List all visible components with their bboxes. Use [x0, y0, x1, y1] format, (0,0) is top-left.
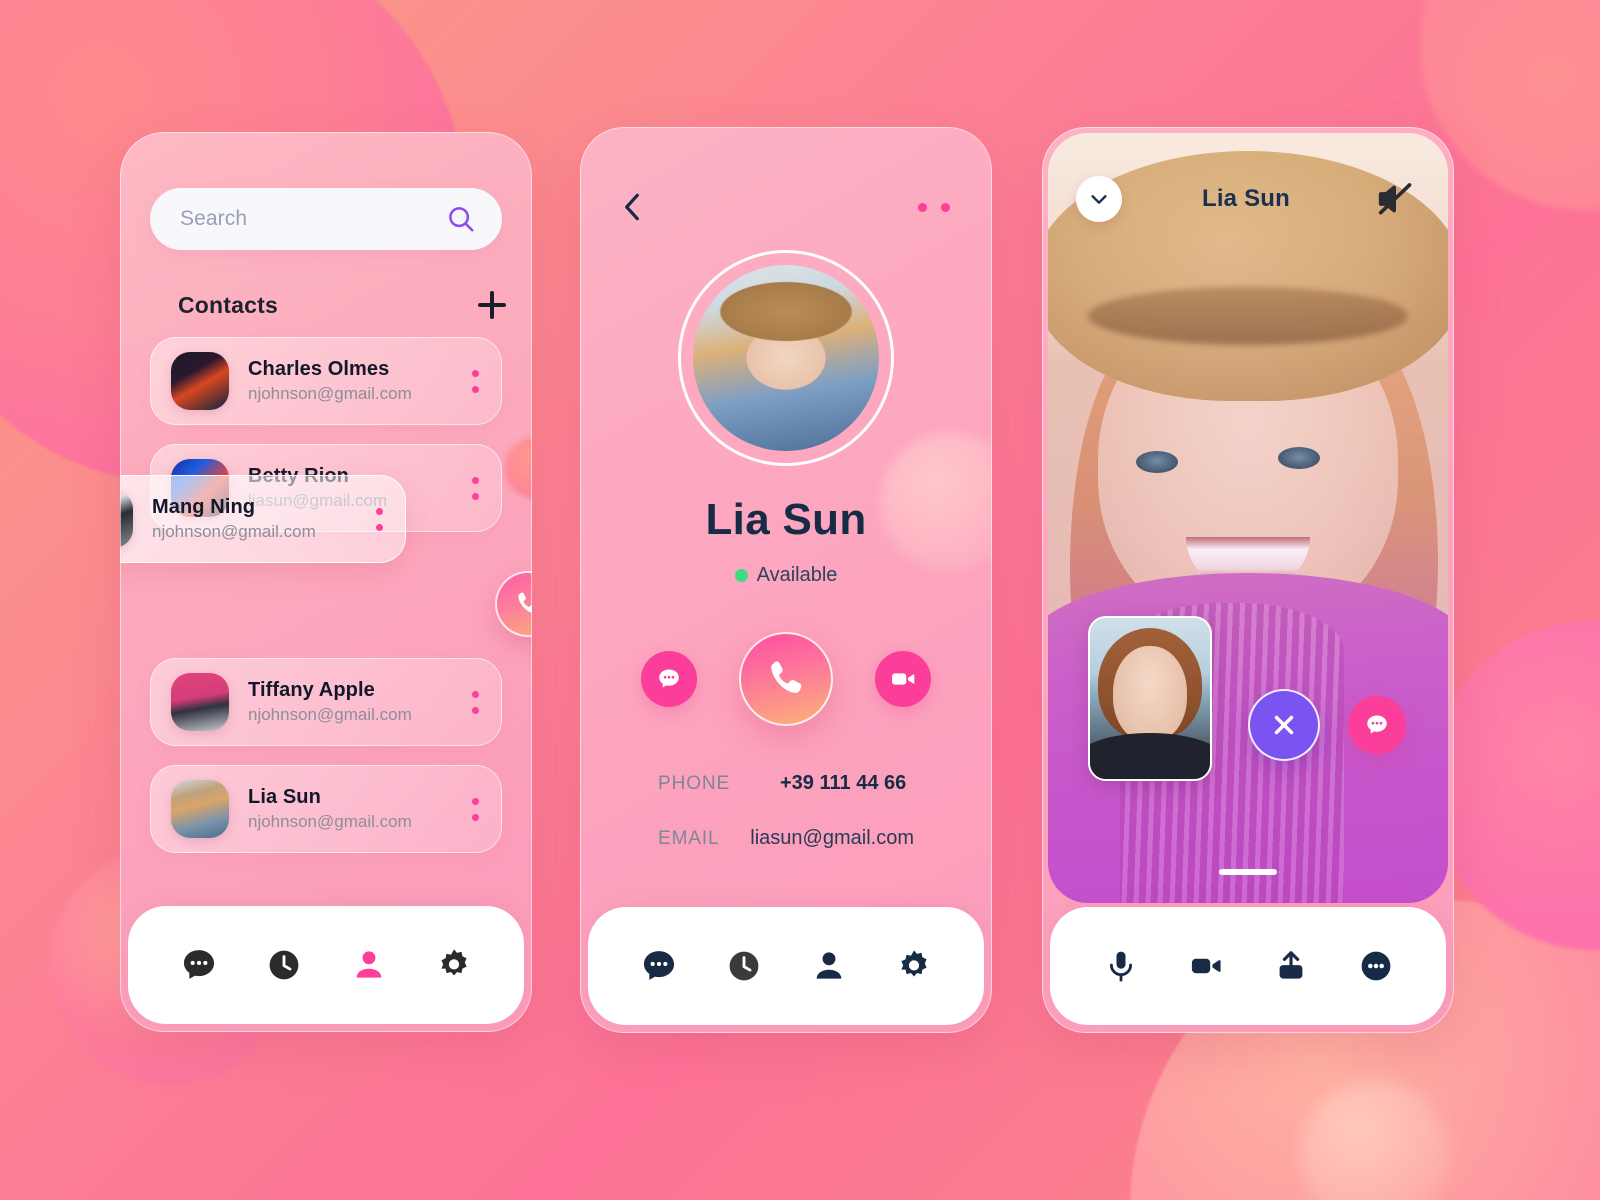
call-title: Lia Sun: [1201, 185, 1291, 212]
avatar: [693, 265, 879, 451]
contact-email: njohnson@gmail.com: [152, 521, 316, 541]
nav-item-contacts[interactable]: [345, 941, 393, 989]
contact-email: njohnson@gmail.com: [248, 704, 412, 724]
list-item-active[interactable]: Mang Ning njohnson@gmail.com: [120, 475, 406, 563]
detail-row-email: EMAIL liasun@gmail.com: [658, 827, 914, 850]
contact-email: njohnson@gmail.com: [248, 383, 412, 403]
detail-label: EMAIL: [658, 828, 720, 849]
nav-item-messages[interactable]: [175, 941, 223, 989]
detail-row-phone: PHONE +39 111 44 66: [658, 772, 914, 795]
call-topbar: Lia Sun: [1048, 173, 1448, 225]
avatar: [171, 780, 229, 838]
contact-name: Charles Olmes: [248, 357, 390, 380]
list-item[interactable]: Tiffany Apple njohnson@gmail.com: [150, 658, 502, 746]
bottom-navigation-bar: [128, 906, 524, 1024]
phone-screen-video-call: Lia Sun: [1042, 127, 1454, 1033]
nav-item-messages[interactable]: [635, 942, 683, 990]
video-color-tint: [1048, 133, 1448, 903]
detail-value[interactable]: liasun@gmail.com: [750, 827, 914, 850]
nav-item-more[interactable]: [1352, 942, 1400, 990]
self-view-clothing: [1090, 733, 1210, 779]
nav-item-settings[interactable]: [890, 942, 938, 990]
decorative-blob-right-middle: [1430, 620, 1600, 950]
video-camera-icon: [892, 673, 915, 685]
detail-value[interactable]: +39 111 44 66: [780, 772, 906, 795]
section-title: Contacts: [178, 291, 279, 318]
call-action-bar: [1050, 907, 1446, 1025]
search-placeholder: Search: [180, 207, 248, 230]
phone-screen-contacts: Search Contacts Charles Olmes njohnson@g…: [120, 132, 532, 1032]
phone-icon: [518, 592, 532, 613]
chevron-left-icon: [625, 193, 639, 221]
profile-topbar: [580, 187, 992, 227]
collapse-call-button[interactable]: [1076, 176, 1122, 222]
contact-name: Mang Ning: [152, 495, 256, 518]
nav-item-share[interactable]: [1267, 942, 1315, 990]
contact-name: Lia Sun: [248, 785, 321, 808]
chevron-down-icon: [1091, 195, 1107, 204]
contacts-header: Contacts: [178, 290, 508, 320]
decorative-blob-small-a: [505, 437, 532, 499]
video-call-stage: Lia Sun: [1048, 133, 1448, 903]
status-dot-icon: [734, 569, 748, 582]
contact-options-button[interactable]: [375, 507, 383, 531]
contact-options-button[interactable]: [471, 369, 479, 393]
self-view-thumbnail[interactable]: [1088, 616, 1212, 781]
chat-bubble-icon: [659, 669, 679, 688]
phone-screen-profile: Lia Sun Available PHONE +39 111 44 66 EM…: [580, 127, 992, 1033]
call-chat-button[interactable]: [1348, 696, 1406, 754]
contact-options-button[interactable]: [471, 797, 479, 821]
nav-item-recents[interactable]: [260, 941, 308, 989]
nav-item-microphone[interactable]: [1097, 942, 1145, 990]
mute-speaker-button[interactable]: [1370, 179, 1418, 219]
close-x-icon: [1274, 715, 1294, 735]
avatar: [171, 673, 229, 731]
more-options-button[interactable]: [918, 202, 950, 212]
contact-name: Tiffany Apple: [248, 678, 375, 701]
speaker-muted-icon: [1378, 183, 1412, 215]
contact-details: PHONE +39 111 44 66 EMAIL liasun@gmail.c…: [580, 772, 992, 882]
avatar: [120, 490, 133, 548]
decorative-blob-small-c: [1300, 1080, 1450, 1200]
list-item[interactable]: Charles Olmes njohnson@gmail.com: [150, 337, 502, 425]
detail-label: PHONE: [658, 773, 731, 794]
phone-icon: [771, 661, 802, 693]
nav-item-recents[interactable]: [720, 942, 768, 990]
avatar: [171, 352, 229, 410]
profile-avatar-ring: [678, 250, 894, 466]
status-badge: Available: [580, 564, 992, 587]
back-button[interactable]: [618, 190, 646, 224]
home-indicator: [1219, 869, 1277, 875]
nav-item-camera[interactable]: [1182, 942, 1230, 990]
app-mockup-canvas: Search Contacts Charles Olmes njohnson@g…: [0, 0, 1600, 1200]
message-button[interactable]: [641, 651, 697, 707]
contact-list: Charles Olmes njohnson@gmail.com Betty R…: [150, 337, 502, 872]
call-controls: [1248, 689, 1406, 761]
end-call-button[interactable]: [1248, 689, 1320, 761]
search-input[interactable]: Search: [150, 188, 502, 250]
bottom-navigation-bar: [588, 907, 984, 1025]
page-title: Lia Sun: [705, 495, 867, 544]
search-icon[interactable]: [446, 204, 476, 234]
video-call-button[interactable]: [875, 651, 931, 707]
nav-item-contacts[interactable]: [805, 942, 853, 990]
self-view-face: [1113, 646, 1187, 742]
status-label: Available: [756, 564, 838, 586]
contact-options-button[interactable]: [471, 476, 479, 500]
list-item[interactable]: Lia Sun njohnson@gmail.com: [150, 765, 502, 853]
contact-options-button[interactable]: [471, 690, 479, 714]
profile-action-buttons: [580, 632, 992, 726]
call-button[interactable]: [739, 632, 833, 726]
contact-email: njohnson@gmail.com: [248, 811, 412, 831]
chat-bubble-icon: [1367, 715, 1387, 734]
nav-item-settings[interactable]: [430, 941, 478, 989]
add-contact-button[interactable]: [478, 290, 508, 320]
